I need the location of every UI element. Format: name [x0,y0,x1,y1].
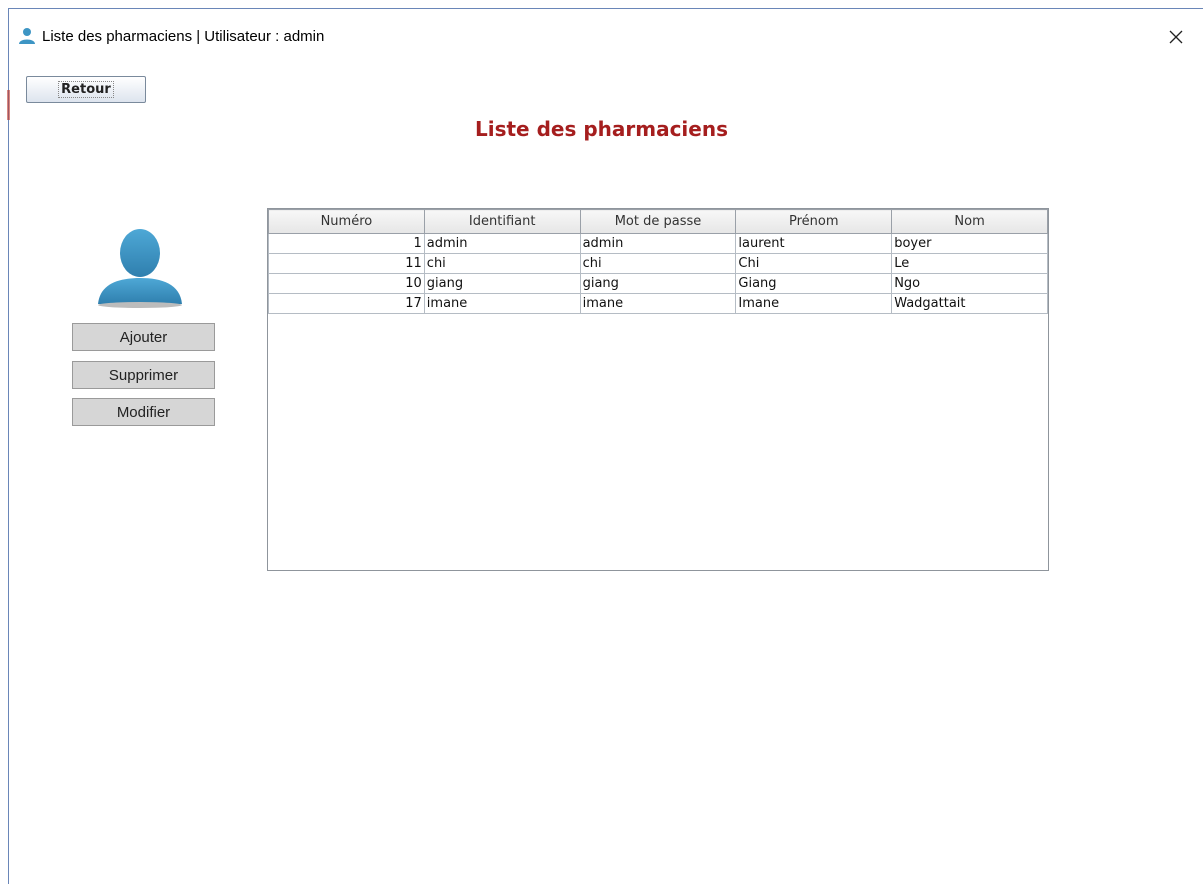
column-header-prenom[interactable]: Prénom [735,209,893,234]
column-header-mot-de-passe[interactable]: Mot de passe [579,209,737,234]
add-button[interactable]: Ajouter [72,323,215,351]
table-row[interactable]: 10 giang giang Giang Ngo [268,273,1048,294]
column-header-numero[interactable]: Numéro [268,209,425,234]
back-button[interactable]: Retour [26,76,146,103]
back-button-label: Retour [58,81,114,98]
window-edge-accent [7,90,10,120]
cell-nom: Wadgattait [891,293,1048,314]
window-title: Liste des pharmaciens | Utilisateur : ad… [42,28,325,45]
cell-identifiant: giang [423,273,581,294]
table-header-row: Numéro Identifiant Mot de passe Prénom N… [268,209,1048,234]
edit-button[interactable]: Modifier [72,398,215,426]
cell-nom: Ngo [891,273,1048,294]
cell-identifiant: chi [423,253,581,274]
table-row[interactable]: 11 chi chi Chi Le [268,253,1048,274]
cell-numero: 11 [268,253,425,274]
close-icon [1169,30,1183,44]
cell-numero: 1 [268,233,425,254]
cell-prenom: Giang [735,273,893,294]
close-button[interactable] [1160,22,1192,52]
cell-prenom: Chi [735,253,893,274]
cell-nom: boyer [891,233,1048,254]
column-header-nom[interactable]: Nom [891,209,1048,234]
cell-nom: Le [891,253,1048,274]
cell-prenom: laurent [735,233,893,254]
cell-numero: 10 [268,273,425,294]
cell-mot-de-passe: chi [579,253,737,274]
cell-prenom: Imane [735,293,893,314]
pharmacists-table: Numéro Identifiant Mot de passe Prénom N… [268,209,1048,314]
table-row[interactable]: 17 imane imane Imane Wadgattait [268,293,1048,314]
table-row[interactable]: 1 admin admin laurent boyer [268,233,1048,254]
cell-mot-de-passe: imane [579,293,737,314]
column-header-identifiant[interactable]: Identifiant [423,209,581,234]
user-avatar-icon [98,229,182,308]
delete-button[interactable]: Supprimer [72,361,215,389]
user-icon [19,28,35,44]
cell-mot-de-passe: giang [579,273,737,294]
cell-mot-de-passe: admin [579,233,737,254]
cell-numero: 17 [268,293,425,314]
cell-identifiant: admin [423,233,581,254]
pharmacists-table-container[interactable]: Numéro Identifiant Mot de passe Prénom N… [267,208,1049,571]
cell-identifiant: imane [423,293,581,314]
page-title: Liste des pharmaciens [474,117,728,141]
